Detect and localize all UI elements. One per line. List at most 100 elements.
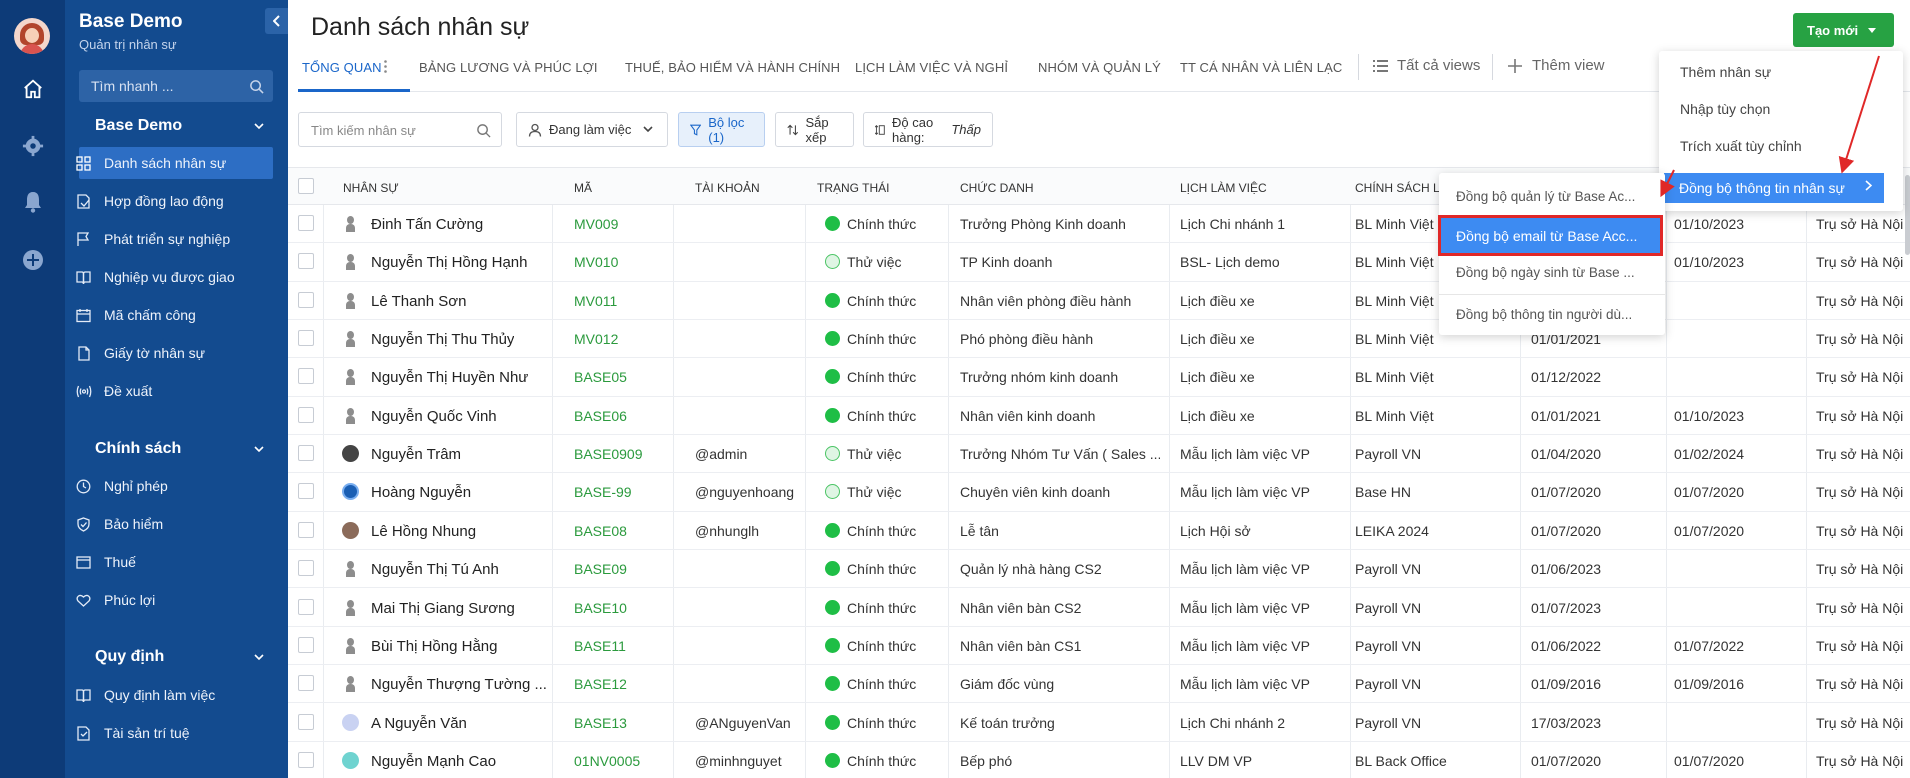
scrollbar[interactable]: [1905, 175, 1910, 255]
section-base-demo[interactable]: Base Demo: [95, 117, 182, 135]
table-row[interactable]: Mai Thị Giang Sương BASE10 Nhân viên bàn C…: [288, 589, 1910, 627]
cell-name[interactable]: Nguyễn Mạnh Cao: [371, 753, 496, 770]
cell-name[interactable]: Nguyễn Quốc Vinh: [371, 408, 497, 425]
tab-tong-quan[interactable]: Tổng quan: [302, 60, 382, 75]
tab-tt-ca-nhan[interactable]: TT cá nhân và liên lạc: [1180, 60, 1342, 75]
chevron-down-icon[interactable]: [254, 121, 264, 133]
submenu-item-sync-email[interactable]: Đồng bộ email từ Base Acc...: [1438, 215, 1663, 256]
row-checkbox[interactable]: [298, 483, 314, 500]
cell-name[interactable]: Hoàng Nguyễn: [371, 484, 471, 501]
table-row[interactable]: Nguyễn Mạnh Cao 01NV0005 @minhnguyet Bếp ph…: [288, 742, 1910, 778]
submenu-item-sync-manager[interactable]: Đồng bộ quản lý từ Base Ac...: [1456, 189, 1635, 204]
status-filter-dropdown[interactable]: Đang làm việc: [516, 112, 668, 147]
tab-bang-luong[interactable]: Bảng lương và phúc lợi: [419, 60, 598, 75]
column-header[interactable]: Tài khoản: [695, 181, 760, 195]
row-checkbox[interactable]: [298, 215, 314, 231]
table-row[interactable]: Nguyễn Quốc Vinh BASE06 Nhân viên kinh doa…: [288, 397, 1910, 436]
cell-name[interactable]: Bùi Thị Hồng Hằng: [371, 638, 497, 655]
submenu-item-sync-user-info[interactable]: Đồng bộ thông tin người dù...: [1456, 307, 1632, 322]
row-checkbox[interactable]: [298, 636, 314, 653]
table-row[interactable]: Nguyễn Thượng Tường ... BASE12 Giám đốc vù…: [288, 665, 1910, 704]
row-checkbox[interactable]: [298, 675, 314, 692]
row-checkbox[interactable]: [298, 253, 314, 270]
row-checkbox[interactable]: [298, 751, 314, 768]
tab-nhom-quan-ly[interactable]: Nhóm và quản lý: [1038, 60, 1161, 75]
row-checkbox[interactable]: [298, 406, 314, 423]
chevron-down-icon[interactable]: [254, 652, 264, 664]
sidebar-item-nghiep-vu[interactable]: Nghiệp vụ được giao: [76, 261, 273, 293]
table-row[interactable]: Nguyễn Thị Huyền Như BASE05 Trưởng nhóm ki…: [288, 358, 1910, 397]
column-header[interactable]: Chức danh: [960, 181, 1034, 195]
table-row[interactable]: Lê Hồng Nhung BASE08 @nhunglh Lễ tân Lịch Hộ…: [288, 512, 1910, 551]
chevron-down-icon[interactable]: [254, 444, 264, 456]
gear-icon[interactable]: [20, 133, 46, 159]
bell-icon[interactable]: [20, 189, 46, 215]
select-all-checkbox[interactable]: [298, 178, 314, 194]
cell-name[interactable]: Nguyễn Thượng Tường ...: [371, 676, 547, 693]
row-checkbox[interactable]: [298, 291, 314, 308]
sort-button[interactable]: Sắp xếp: [775, 112, 854, 147]
menu-item-sync-employee-info[interactable]: Đồng bộ thông tin nhân sự: [1664, 173, 1884, 203]
column-header[interactable]: Mã: [574, 181, 592, 195]
section-chinh-sach[interactable]: Chính sách: [95, 440, 181, 458]
column-header[interactable]: Nhân sự: [343, 181, 399, 195]
row-checkbox[interactable]: [298, 598, 314, 615]
row-height-button[interactable]: Độ cao hàng: Thấp: [863, 112, 993, 147]
sidebar-item-nghi-phep[interactable]: Nghỉ phép: [76, 470, 273, 502]
cell-name[interactable]: Đinh Tấn Cường: [371, 216, 483, 233]
column-header[interactable]: Chính sách l: [1355, 181, 1440, 195]
submenu-item-sync-birthday[interactable]: Đồng bộ ngày sinh từ Base ...: [1456, 265, 1635, 280]
row-checkbox[interactable]: [298, 445, 314, 462]
cell-name[interactable]: Mai Thị Giang Sương: [371, 600, 515, 617]
sidebar-item-hop-dong[interactable]: Hợp đồng lao động: [77, 185, 273, 217]
table-row[interactable]: Nguyễn Thị Thu Thủy MV012 Phó phòng điều h…: [288, 320, 1910, 359]
cell-name[interactable]: Lê Hồng Nhung: [371, 523, 476, 540]
sidebar-item-giay-to[interactable]: Giấy tờ nhân sự: [78, 337, 273, 369]
all-views-button[interactable]: Tất cả views: [1373, 57, 1480, 74]
menu-item-add-employee[interactable]: Thêm nhân sự: [1680, 64, 1771, 80]
employee-search-input[interactable]: Tìm kiếm nhân sự: [298, 112, 502, 147]
cell-name[interactable]: Lê Thanh Sơn: [371, 293, 466, 310]
table-row[interactable]: Bùi Thị Hồng Hằng BASE11 Nhân viên bàn CS1…: [288, 627, 1910, 666]
table-row[interactable]: Nguyễn Thị Tú Anh BASE09 Quản lý nhà hàng …: [288, 550, 1910, 589]
table-row[interactable]: Hoàng Nguyễn BASE-99 @nguyenhoang Chuyên vi…: [288, 473, 1910, 512]
home-icon[interactable]: [20, 76, 46, 102]
tab-thue-bao-hiem[interactable]: Thuế, bảo hiểm và hành chính: [625, 60, 840, 75]
table-row[interactable]: Lê Thanh Sơn MV011 Nhân viên phòng điều hà…: [288, 282, 1910, 320]
sidebar-item-de-xuat[interactable]: Đề xuất: [76, 375, 273, 407]
tab-lich-lam-viec[interactable]: Lịch làm việc và nghỉ: [855, 60, 1008, 75]
menu-item-custom-import[interactable]: Nhập tùy chọn: [1680, 101, 1770, 117]
column-header[interactable]: Lịch làm việc: [1180, 181, 1267, 195]
sidebar-item-phuc-loi[interactable]: Phúc lợi: [76, 584, 273, 616]
collapse-sidebar-button[interactable]: [265, 8, 288, 34]
add-circle-icon[interactable]: [20, 247, 46, 273]
cell-name[interactable]: Nguyễn Thị Huyền Như: [371, 369, 528, 386]
row-checkbox[interactable]: [298, 330, 314, 347]
create-new-button[interactable]: Tạo mới: [1793, 13, 1894, 47]
sidebar-item-danh-sach-nhan-su[interactable]: Danh sách nhân sự: [76, 147, 273, 179]
section-quy-dinh[interactable]: Quy định: [95, 648, 164, 666]
table-row[interactable]: Nguyễn Trâm BASE0909 @admin Trưởng Nhóm Tư …: [288, 435, 1910, 474]
cell-name[interactable]: Nguyễn Thị Tú Anh: [371, 561, 499, 578]
cell-name[interactable]: Nguyễn Thị Thu Thủy: [371, 331, 514, 348]
menu-item-custom-export[interactable]: Trích xuất tùy chỉnh: [1680, 138, 1802, 154]
sidebar-item-tai-san-tri-tue[interactable]: Tài sản trí tuệ: [77, 717, 273, 749]
quick-search-input[interactable]: Tìm nhanh ...: [79, 70, 273, 102]
table-row[interactable]: Nguyễn Thị Hồng Hạnh MV010 TP Kinh doanh BS…: [288, 243, 1910, 282]
sidebar-item-bao-hiem[interactable]: Bảo hiểm: [77, 508, 273, 540]
row-checkbox[interactable]: [298, 713, 314, 730]
sidebar-item-quy-dinh-lam-viec[interactable]: Quy định làm việc: [76, 679, 273, 711]
row-checkbox[interactable]: [298, 560, 314, 577]
row-checkbox[interactable]: [298, 368, 314, 385]
cell-name[interactable]: A Nguyễn Văn: [371, 715, 467, 732]
table-row[interactable]: A Nguyễn Văn BASE13 @ANguyenVan Kế toán trư…: [288, 704, 1910, 742]
cell-name[interactable]: Nguyễn Trâm: [371, 446, 461, 463]
tab-more-icon[interactable]: [384, 60, 387, 76]
sidebar-item-thue[interactable]: Thuế: [76, 546, 273, 578]
cell-name[interactable]: Nguyễn Thị Hồng Hạnh: [371, 254, 528, 271]
filter-button[interactable]: Bộ lọc (1): [678, 112, 765, 147]
add-view-button[interactable]: Thêm view: [1508, 57, 1605, 74]
row-checkbox[interactable]: [298, 521, 314, 538]
column-header[interactable]: Trạng thái: [817, 181, 889, 195]
sidebar-item-ma-cham-cong[interactable]: Mã chấm công: [76, 299, 273, 331]
